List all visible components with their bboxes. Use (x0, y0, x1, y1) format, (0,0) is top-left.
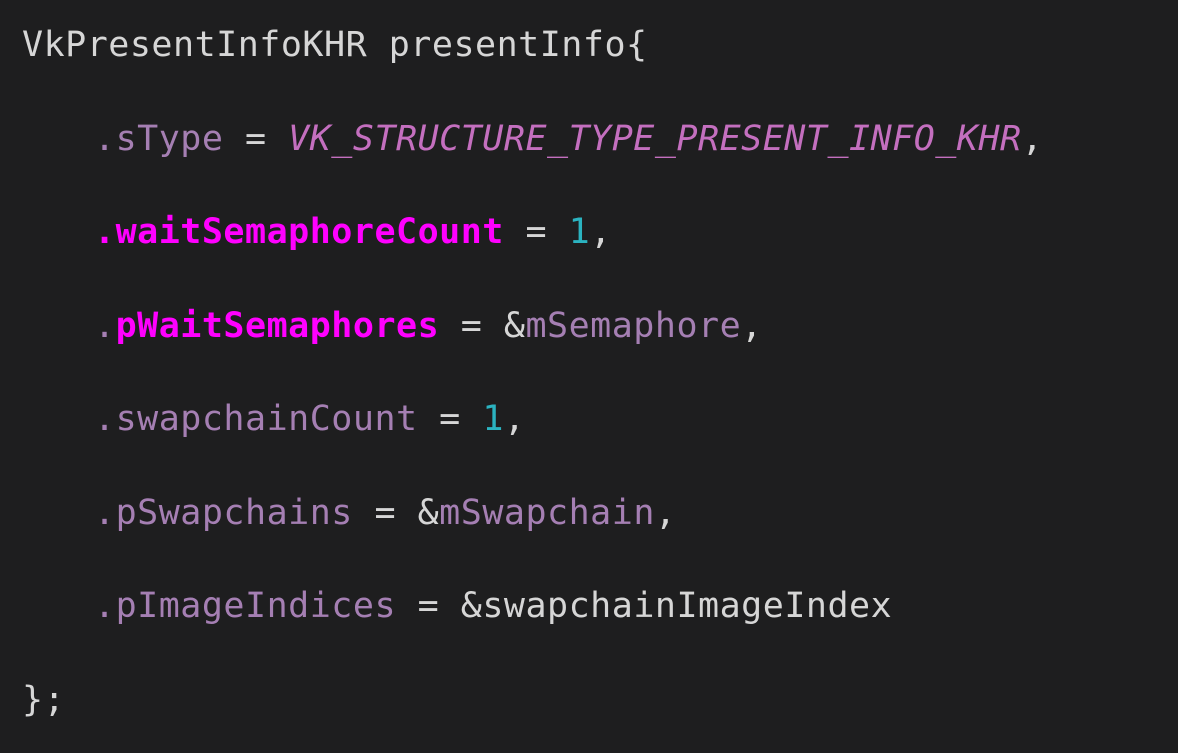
field-wait-semaphore-count: waitSemaphoreCount (115, 212, 504, 252)
number-literal: 1 (482, 399, 504, 439)
open-brace: { (626, 25, 648, 65)
comma: , (590, 212, 612, 252)
variable-name: presentInfo (388, 25, 627, 65)
code-line-5: .swapchainCount = 1, (22, 392, 1178, 486)
assign-operator: = (396, 586, 461, 626)
code-editor[interactable]: VkPresentInfoKHR presentInfo{ .sType = V… (0, 0, 1178, 753)
ampersand: & (460, 586, 483, 626)
comma: , (1021, 118, 1044, 159)
comma: , (654, 492, 677, 533)
ampersand: & (417, 492, 440, 533)
comma: , (503, 399, 526, 439)
number-literal: 1 (568, 212, 591, 252)
reference-value: mSemaphore (525, 305, 742, 346)
field-p-swapchains: pSwapchains (115, 492, 353, 533)
code-line-8: }; (22, 673, 1178, 753)
code-line-1: VkPresentInfoKHR presentInfo{ (22, 18, 1178, 112)
field-dot: . (94, 492, 116, 533)
assign-operator: = (439, 305, 504, 346)
ampersand: & (503, 305, 526, 346)
code-line-4: .pWaitSemaphores = &mSemaphore, (22, 299, 1178, 393)
code-line-3: .waitSemaphoreCount = 1, (22, 205, 1178, 299)
field-swapchain-count: swapchainCount (115, 399, 418, 439)
assign-operator: = (352, 492, 418, 533)
close-brace: }; (22, 679, 66, 720)
comma: , (741, 305, 763, 346)
field-dot: . (94, 399, 116, 439)
field-dot: . (94, 586, 116, 626)
field-dot: . (94, 118, 116, 159)
field-p-image-indices: pImageIndices (115, 586, 397, 626)
field-dot: . (94, 305, 116, 346)
type-name: VkPresentInfoKHR (22, 25, 368, 65)
reference-value: swapchainImageIndex (482, 586, 893, 626)
reference-value: mSwapchain (439, 492, 655, 533)
field-dot: . (94, 212, 116, 252)
field-p-wait-semaphores: pWaitSemaphores (115, 305, 440, 346)
assign-operator: = (223, 118, 289, 159)
assign-operator: = (417, 399, 483, 439)
code-line-6: .pSwapchains = &mSwapchain, (22, 486, 1178, 580)
code-line-7: .pImageIndices = &swapchainImageIndex (22, 579, 1178, 673)
field-stype: sType (115, 118, 224, 159)
enum-value: VK_STRUCTURE_TYPE_PRESENT_INFO_KHR (288, 118, 1022, 159)
code-line-2: .sType = VK_STRUCTURE_TYPE_PRESENT_INFO_… (22, 112, 1178, 206)
assign-operator: = (503, 212, 569, 252)
